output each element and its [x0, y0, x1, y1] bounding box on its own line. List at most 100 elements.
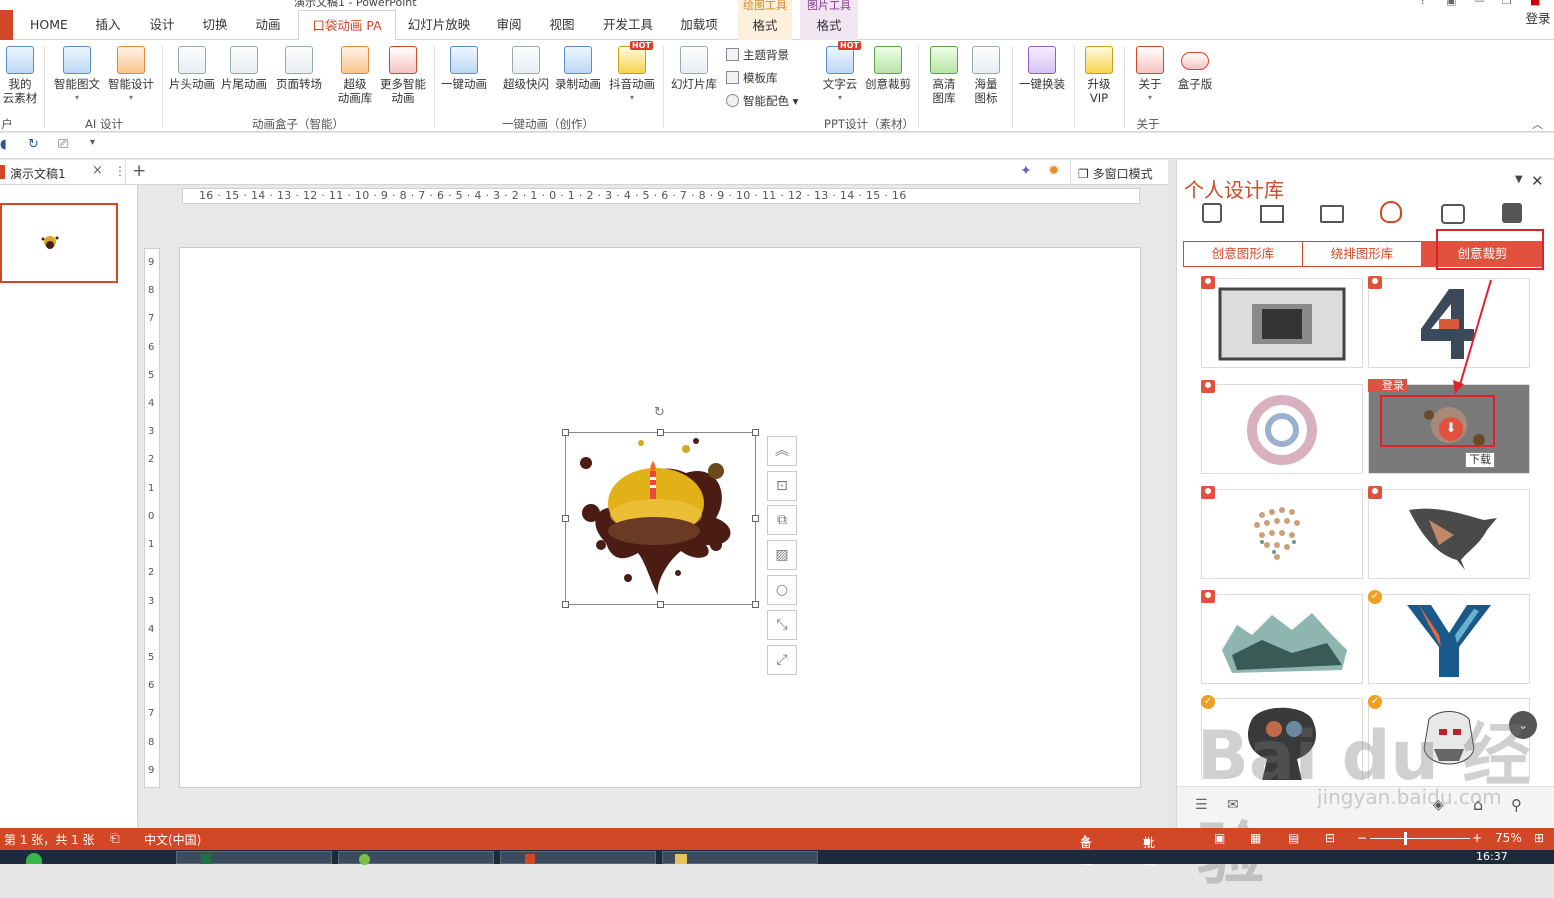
tab-developer[interactable]: 开发工具 — [595, 10, 661, 40]
taskbar-explorer[interactable] — [662, 851, 818, 864]
one-key-skin-button[interactable]: 一键换装 — [1016, 46, 1068, 91]
customize-qat-icon[interactable]: ▾ — [90, 137, 95, 148]
tail-anim-button[interactable]: 片尾动画 — [218, 46, 270, 91]
file-tab[interactable] — [0, 10, 13, 40]
title-anim-button[interactable]: 片头动画 — [166, 46, 218, 91]
hd-gallery-button[interactable]: 高清 图库 — [924, 46, 964, 105]
crop-template-thumb[interactable] — [1368, 594, 1530, 684]
fit-slide-icon[interactable]: ⊞ — [1534, 831, 1544, 845]
theme-bg-button[interactable]: 主题背景 — [726, 48, 789, 62]
icons-button[interactable]: 海量 图标 — [966, 46, 1006, 105]
super-flash-button[interactable]: 超级快闪 — [500, 46, 552, 91]
wechat-icon[interactable] — [26, 853, 42, 864]
resize-handle[interactable] — [562, 601, 569, 608]
crop-template-thumb[interactable] — [1368, 489, 1530, 579]
tab-transitions[interactable]: 切换 — [193, 10, 237, 40]
one-key-anim-button[interactable]: 一键动画 — [438, 46, 490, 91]
super-anim-lib-button[interactable]: 超级 动画库 — [334, 46, 376, 105]
subtab-creative-shapes[interactable]: 创意图形库 — [1183, 241, 1303, 267]
login-link[interactable]: 登录 — [1522, 4, 1554, 34]
smart-graphic-button[interactable]: 智能图文 ▾ — [50, 46, 104, 105]
layer-icon[interactable]: ⧉ — [767, 505, 797, 535]
slide-thumbnail-1[interactable] — [0, 203, 118, 283]
tab-view[interactable]: 视图 — [540, 10, 584, 40]
crop-template-thumb[interactable] — [1201, 489, 1363, 579]
tab-animations[interactable]: 动画 — [246, 10, 290, 40]
help-button[interactable]: ? — [1420, 0, 1426, 7]
taskbar-app[interactable] — [338, 851, 494, 865]
resize-handle[interactable] — [752, 515, 759, 522]
smart-color-button[interactable]: 智能配色 ▾ — [726, 94, 798, 108]
creative-crop-button[interactable]: 创意裁剪 — [862, 46, 914, 91]
resize-handle[interactable] — [562, 429, 569, 436]
creative-bulb-icon[interactable] — [1380, 201, 1402, 223]
tab-pocket-animation[interactable]: 口袋动画 PA — [298, 10, 396, 41]
tab-menu-icon[interactable]: ⋮ — [114, 164, 126, 178]
crop-template-thumb[interactable] — [1201, 278, 1363, 368]
zoom-in-icon[interactable]: + — [1472, 831, 1482, 845]
slideshow-icon[interactable]: ⊟ — [1325, 831, 1335, 845]
slide-sorter-icon[interactable]: ▦ — [1250, 831, 1261, 845]
tab-picture-format[interactable]: 格式 — [800, 12, 858, 40]
word-cloud-button[interactable]: HOT 文字云 ▾ — [818, 41, 862, 105]
reading-view-icon[interactable]: ▤ — [1288, 831, 1299, 845]
multi-window-button[interactable]: ❐ 多窗口模式 — [1078, 165, 1153, 182]
presenter-icon[interactable]: ⎚ — [58, 137, 68, 152]
picture-fill-icon[interactable]: ▨ — [767, 540, 797, 570]
tab-insert[interactable]: 插入 — [86, 10, 130, 40]
tab-design[interactable]: 设计 — [140, 10, 184, 40]
settings-gear-icon[interactable]: ✹ — [1048, 163, 1060, 179]
restore-icon[interactable]: ❐ — [1502, 0, 1512, 7]
taskbar-excel[interactable] — [176, 851, 332, 864]
close-tab-icon[interactable]: × — [92, 163, 103, 178]
selected-picture[interactable]: ↻ — [562, 405, 759, 608]
my-cloud-button[interactable]: 我的 云素材 — [0, 46, 40, 105]
tab-slideshow[interactable]: 幻灯片放映 — [402, 10, 476, 40]
magic-icon[interactable]: ✦ — [1020, 163, 1032, 179]
upgrade-vip-button[interactable]: 升级 VIP — [1080, 46, 1118, 105]
tab-review[interactable]: 审阅 — [487, 10, 531, 40]
align-center-icon[interactable]: ⊡ — [767, 471, 797, 501]
normal-view-icon[interactable]: ▣ — [1214, 831, 1225, 845]
record-anim-button[interactable]: 录制动画 — [552, 46, 604, 91]
box-version-button[interactable]: 盒子版 — [1172, 46, 1218, 91]
redo-icon[interactable]: ↻ — [28, 137, 39, 152]
slide-lib-button[interactable]: 幻灯片库 — [668, 46, 720, 91]
cube-library-icon[interactable] — [1202, 203, 1222, 223]
subtab-wrap-shapes[interactable]: 绕排图形库 — [1302, 241, 1422, 267]
collapse-ribbon-icon[interactable]: ︿ — [1532, 116, 1543, 132]
crop-expand-icon[interactable]: ⤡ — [767, 610, 797, 640]
crop-template-thumb[interactable] — [1201, 384, 1363, 474]
zoom-slider-track[interactable] — [1370, 838, 1470, 839]
presentation-icon[interactable] — [1260, 205, 1284, 223]
taskbar-powerpoint[interactable] — [500, 851, 656, 864]
douyin-anim-button[interactable]: HOT 抖音动画 ▾ — [606, 41, 658, 105]
printer-icon[interactable] — [1441, 204, 1465, 224]
resize-handle[interactable] — [752, 601, 759, 608]
resize-handle[interactable] — [752, 429, 759, 436]
crop-shrink-icon[interactable]: ⤢ — [767, 645, 797, 675]
tab-home[interactable]: HOME — [22, 10, 76, 40]
image-library-icon[interactable] — [1320, 205, 1344, 223]
zoom-search-icon[interactable]: ○ — [767, 575, 797, 605]
zoom-slider-thumb[interactable] — [1404, 832, 1407, 845]
help-library-icon[interactable] — [1502, 203, 1522, 223]
document-tab[interactable]: 演示文稿1 × ⋮ — [0, 160, 126, 185]
smart-design-button[interactable]: 智能设计 ▾ — [104, 46, 158, 105]
zoom-out-icon[interactable]: − — [1357, 831, 1367, 845]
more-smart-anim-button[interactable]: 更多智能 动画 — [376, 46, 430, 105]
ribbon-display-icon[interactable]: ▣ — [1446, 0, 1456, 7]
rotate-handle-icon[interactable]: ↻ — [654, 405, 665, 420]
zoom-level[interactable]: 75% — [1495, 831, 1522, 845]
template-lib-button[interactable]: 模板库 — [726, 71, 778, 85]
tab-addins[interactable]: 加载项 — [672, 10, 726, 40]
login-badge[interactable]: 登录 — [1368, 379, 1407, 392]
crop-template-thumb[interactable] — [1201, 594, 1363, 684]
tab-drawing-format[interactable]: 格式 — [738, 12, 792, 40]
minimize-icon[interactable]: — — [1474, 0, 1485, 7]
bring-forward-icon[interactable]: ︽ — [767, 436, 797, 466]
language-indicator[interactable]: 中文(中国) — [144, 831, 201, 848]
spellcheck-icon[interactable]: ⎗ — [110, 831, 120, 846]
undo-icon[interactable]: ◖ — [0, 137, 7, 152]
resize-handle[interactable] — [562, 515, 569, 522]
